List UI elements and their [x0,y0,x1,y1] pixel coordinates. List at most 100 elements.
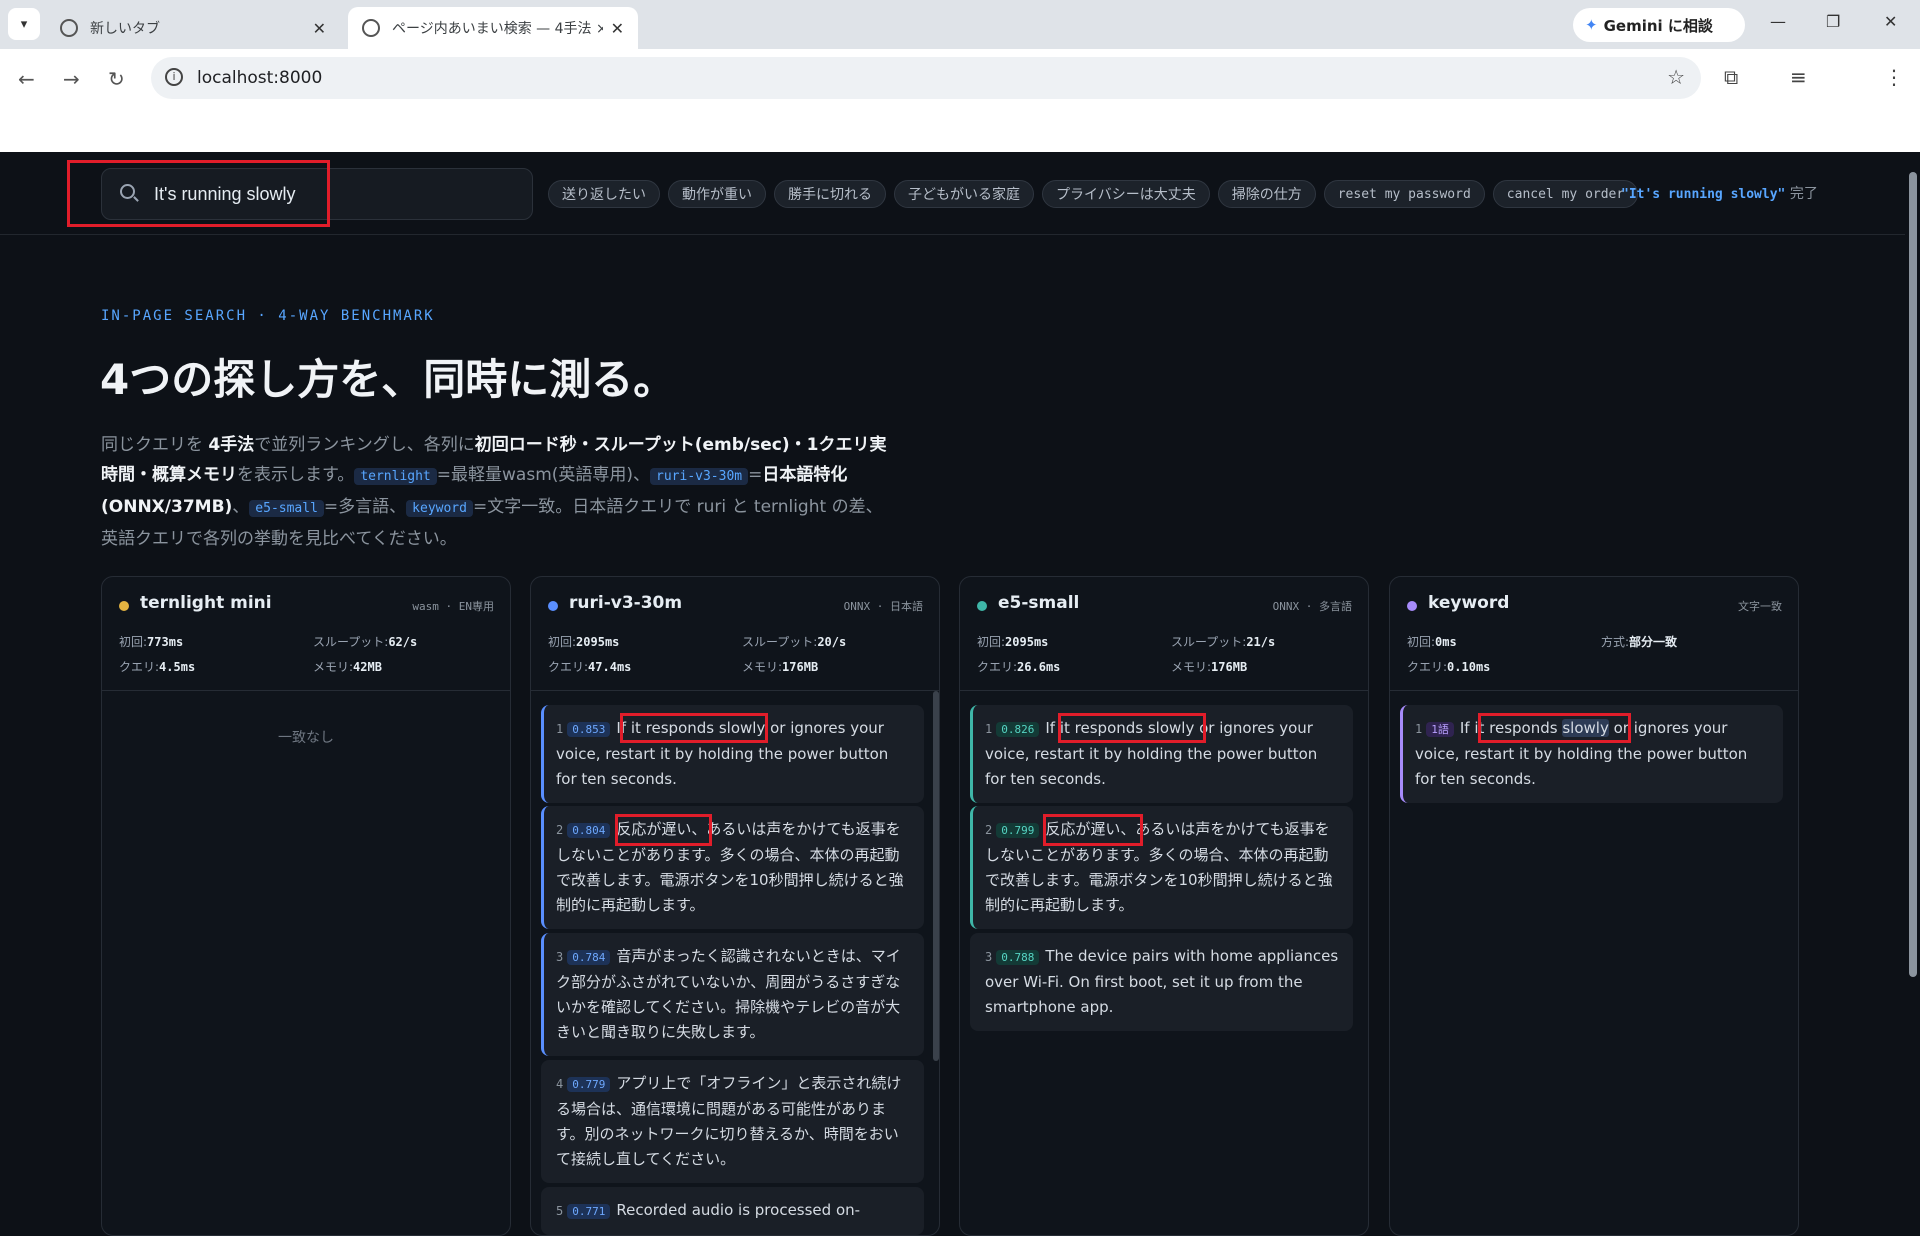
extensions-icon[interactable]: ⧉ [1724,65,1738,89]
result-card[interactable]: 3 0.784 音声がまったく認識されないときは、マイク部分がふさがれていないか、周… [541,933,924,1056]
result-rank: 4 [556,1077,564,1091]
column-name: ruri-v3-30m [569,593,683,613]
menu-icon[interactable]: ⋮ [1884,65,1904,89]
address-bar[interactable]: i localhost:8000 ☆ [151,57,1701,99]
result-rank: 1 [1415,722,1423,736]
column-header: ruri-v3-30m ONNX · 日本語 初回:2095ms スループット:20/… [531,577,939,691]
suggestion-chip[interactable]: 掃除の仕方 [1217,180,1316,208]
status-suffix: 完了 [1789,186,1818,202]
back-icon[interactable]: ← [18,67,35,91]
suggestion-chips: 送り返したい 動作が重い 勝手に切れる 子どもがいる家庭 プライバシーは大丈夫 掃除の仕方… [548,179,1639,209]
score-badge: 0.804 [567,823,611,838]
result-card[interactable]: 1 1語 If it responds slowly or ignores your… [1400,705,1783,803]
forward-icon[interactable]: → [63,67,80,91]
metric-value: 4.5ms [159,660,196,674]
chevron-down-icon: ▾ [20,16,28,32]
column-meta: wasm · EN専用 [412,600,494,613]
media-icon[interactable]: ≡ [1790,65,1807,89]
column-header: e5-small ONNX · 多言語 初回:2095ms スループット:21/s クエ… [960,577,1368,691]
metric: 初回:2095ms [548,633,619,650]
suggestion-chip[interactable]: 勝手に切れる [774,180,886,208]
result-card[interactable]: 5 0.771 Recorded audio is processed on- [541,1187,924,1235]
result-text: If [1045,719,1060,737]
search-input[interactable] [154,181,514,207]
score-badge: 1語 [1426,722,1454,737]
tab-title: 新しいタブ [90,21,160,37]
metric-value: 47.4ms [588,660,632,674]
column-header: ternlight mini wasm · EN専用初回:773ms スループット:… [102,577,510,691]
result-card[interactable]: 4 0.779 アプリ上で「オフライン」と表示され続ける場合は、通信環境に問題がある… [541,1060,924,1183]
desc-code: e5-small [249,500,324,517]
result-card[interactable]: 3 0.788 The device pairs with home applian… [970,933,1353,1031]
result-card[interactable]: 2 0.799 反応が遅い、あるいは声をかけても返事をしないことがあります。多くの場… [970,806,1353,929]
chrome-icon [60,19,78,37]
result-column: ternlight mini wasm · EN専用初回:773ms スループット:… [101,576,511,1236]
metric-label: スループット: [313,635,389,649]
matched-text: slowly [1562,719,1609,737]
info-icon[interactable]: i [165,68,183,86]
result-column: keyword 文字一致 初回:0ms 方式:部分一致 クエリ:0.10ms 1 1語 If … [1389,576,1799,1236]
tab-search-button[interactable]: ▾ [8,8,40,40]
result-card[interactable]: 1 0.853 If it responds slowly or ignores y… [541,705,924,803]
page-scrollbar[interactable] [1907,158,1918,1216]
suggestion-chip[interactable]: 送り返したい [548,180,660,208]
desc-text: 同じクエリを [101,435,209,455]
metric-label: メモリ: [313,660,354,674]
result-card[interactable]: 2 0.804 反応が遅い、あるいは声をかけても返事をしないことがあります。多くの場… [541,806,924,929]
result-column: ruri-v3-30m ONNX · 日本語 初回:2095ms スループット:20/… [530,576,940,1236]
desc-text: = [748,465,763,485]
reload-icon[interactable]: ↻ [108,67,125,91]
metric-value: 26.6ms [1017,660,1061,674]
search-box[interactable] [101,168,533,220]
metric: クエリ:47.4ms [548,658,631,675]
result-text: If [616,719,631,737]
column-scrollbar[interactable] [933,691,939,1061]
result-text: If it responds [1459,719,1563,737]
score-badge: 0.826 [996,722,1040,737]
scrollbar-thumb[interactable] [1909,172,1917,977]
close-icon[interactable]: ✕ [313,19,326,38]
suggestion-chip[interactable]: 動作が重い [668,180,766,208]
metric-label: スループット: [742,635,818,649]
metric-label: 初回: [548,635,577,649]
metric: メモリ:176MB [1171,658,1247,675]
desc-bold: 4手法 [208,435,255,455]
gemini-button[interactable]: ✦ Gemini に相談 [1573,8,1745,42]
matched-text: 反応が遅い [1045,820,1121,838]
tab-title: ページ内あいまい検索 — 4手法 × [392,21,603,37]
suggestion-chip[interactable]: 子どもがいる家庭 [894,180,1034,208]
close-window-icon[interactable]: ✕ [1884,12,1897,31]
metric: クエリ:26.6ms [977,658,1060,675]
suggestion-chip[interactable]: cancel my order [1492,180,1639,208]
bookmark-star-icon[interactable]: ☆ [1667,65,1685,89]
result-rank: 2 [556,823,564,837]
matched-text: 反応が遅い [616,820,692,838]
metric-value: 2095ms [1005,635,1049,649]
metric-label: クエリ: [119,660,160,674]
column-name: ternlight mini [140,593,272,613]
column-header: keyword 文字一致 初回:0ms 方式:部分一致 クエリ:0.10ms [1390,577,1798,691]
metric: クエリ:0.10ms [1407,658,1490,675]
score-badge: 0.779 [567,1077,611,1092]
desc-text: で並列ランキングし、各列に [254,435,475,455]
url-text: localhost:8000 [197,68,323,88]
tab-strip: ▾ 新しいタブ ✕ ページ内あいまい検索 — 4手法 × ✕ ✦ Gemini に… [0,0,1920,49]
metric: 方式:部分一致 [1601,633,1677,650]
metric-label: スループット: [1171,635,1247,649]
tab-active[interactable]: ページ内あいまい検索 — 4手法 × ✕ [348,7,638,49]
metric-value: 部分一致 [1629,635,1678,649]
tab-new[interactable]: 新しいタブ ✕ [46,7,340,49]
result-card[interactable]: 1 0.826 If it responds slowly or ignores y… [970,705,1353,803]
result-text: Recorded audio is processed on- [616,1201,861,1219]
suggestion-chip[interactable]: reset my password [1323,180,1485,208]
suggestion-chip[interactable]: プライバシーは大丈夫 [1042,180,1210,208]
column-meta: ONNX · 日本語 [843,600,923,613]
metric-label: 初回: [119,635,148,649]
result-rank: 2 [985,823,993,837]
metric: 初回:773ms [119,633,183,650]
close-icon[interactable]: ✕ [611,19,624,38]
desc-text: =最軽量wasm(英語専用)、 [436,465,651,485]
restore-icon[interactable]: ❐ [1826,12,1840,31]
minimize-icon[interactable]: — [1770,12,1786,31]
desc-text: を表示します。 [237,465,355,485]
